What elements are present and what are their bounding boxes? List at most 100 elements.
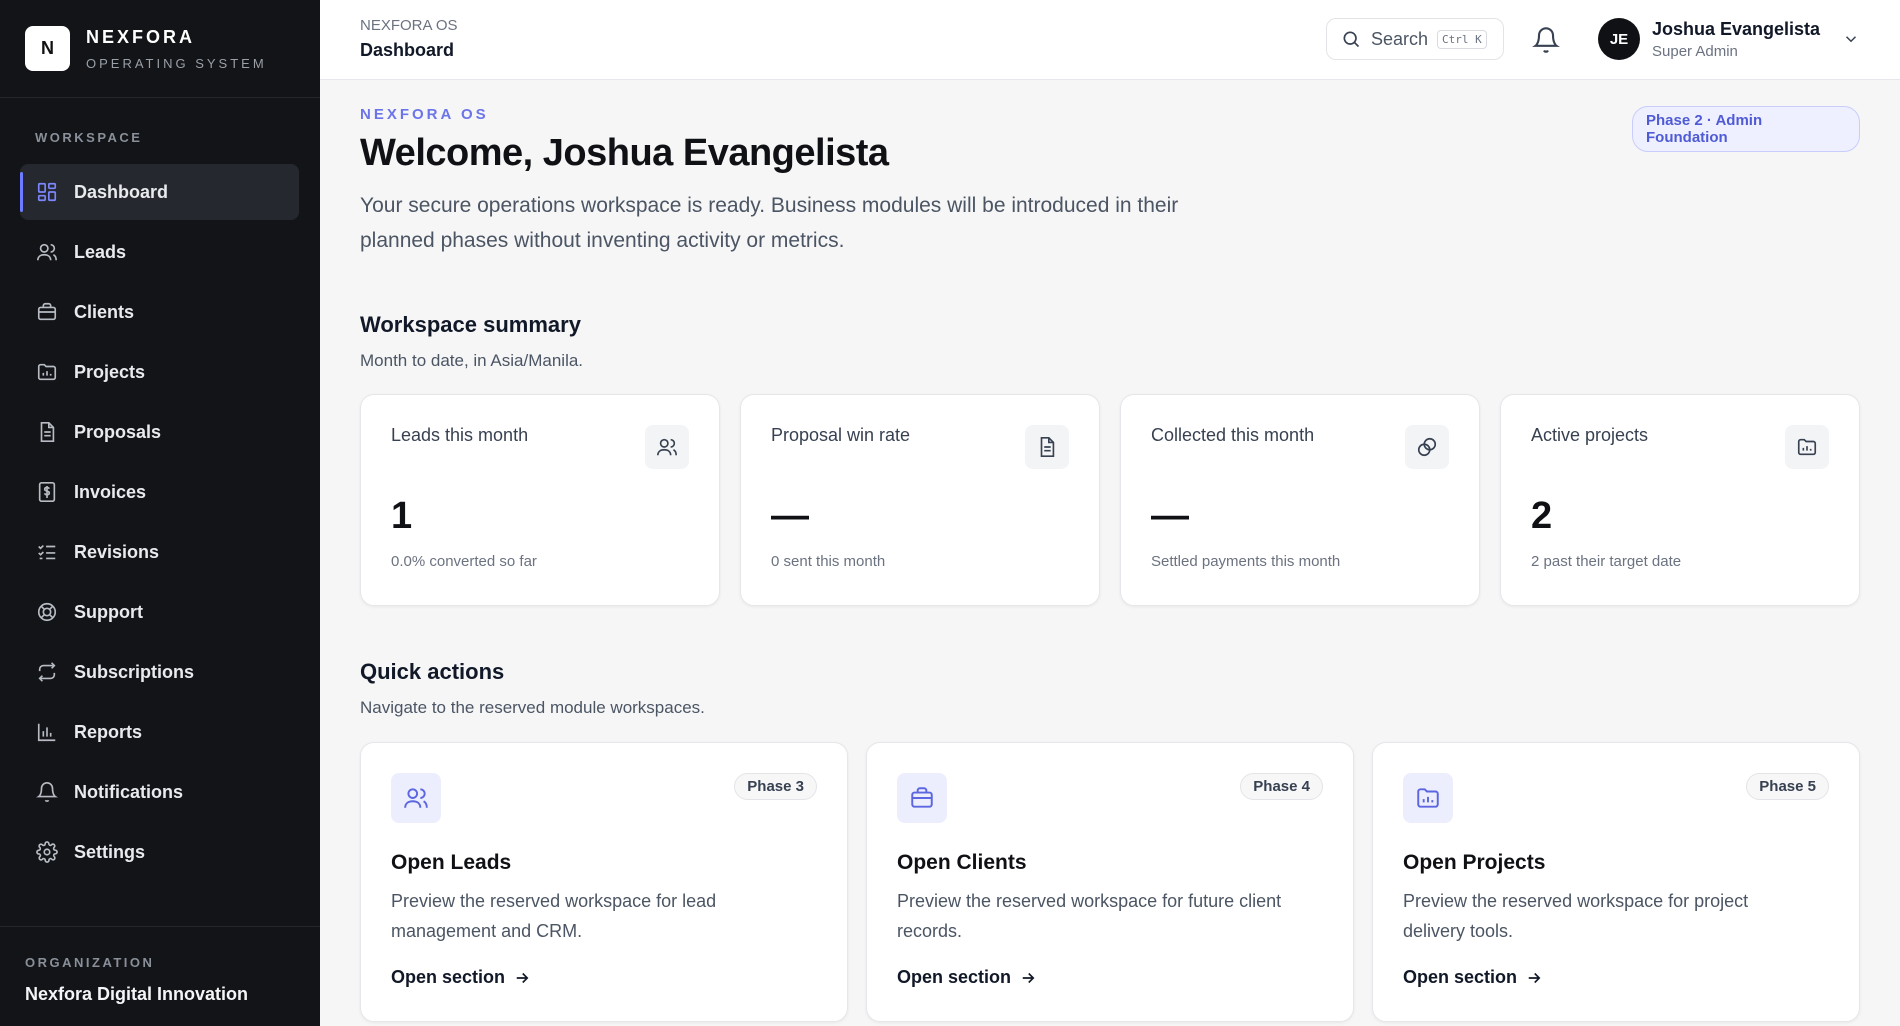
sidebar-item-label: Clients (74, 301, 135, 322)
search-label: Search (1371, 28, 1429, 49)
open-section-link[interactable]: Open section (1403, 967, 1543, 988)
dollar-file-icon (36, 481, 58, 503)
briefcase-icon (897, 773, 947, 823)
open-section-label: Open section (897, 967, 1012, 987)
welcome-heading: Welcome, Joshua Evangelista (360, 132, 889, 174)
user-menu[interactable]: JE Joshua Evangelista Super Admin (1598, 18, 1860, 60)
page-title: Dashboard (360, 40, 455, 60)
lifebuoy-icon (36, 601, 58, 623)
quick-action-description: Preview the reserved workspace for lead … (391, 891, 717, 941)
phase-badge: Phase 4 (1240, 773, 1323, 800)
sidebar-item-settings[interactable]: Settings (20, 824, 299, 880)
sidebar-item-leads[interactable]: Leads (20, 224, 299, 280)
user-name: Joshua Evangelista (1652, 18, 1821, 39)
open-section-label: Open section (1403, 967, 1518, 987)
sidebar-item-subscriptions[interactable]: Subscriptions (20, 644, 299, 700)
stat-value: — (771, 495, 809, 537)
organization-label: ORGANIZATION (25, 955, 155, 970)
quick-action-title: Open Projects (1403, 851, 1546, 874)
hero-eyebrow: NEXFORA OS (360, 106, 489, 123)
sidebar-item-clients[interactable]: Clients (20, 284, 299, 340)
sidebar-item-support[interactable]: Support (20, 584, 299, 640)
stat-value: 2 (1531, 495, 1553, 537)
repeat-icon (36, 661, 58, 683)
sidebar-item-invoices[interactable]: Invoices (20, 464, 299, 520)
intro-text: Your secure operations workspace is read… (360, 194, 1179, 252)
sidebar-item-label: Support (74, 601, 143, 622)
sidebar-item-dashboard[interactable]: Dashboard (20, 164, 299, 220)
topbar: NEXFORA OS Dashboard Search Ctrl K JE Jo… (320, 0, 1900, 80)
breadcrumb: NEXFORA OS Dashboard (360, 17, 458, 61)
sidebar-item-reports[interactable]: Reports (20, 704, 299, 760)
brand-logo: N (25, 26, 70, 71)
users-icon (36, 241, 58, 263)
stat-label: Active projects (1531, 425, 1649, 445)
briefcase-icon (36, 301, 58, 323)
stat-value: 1 (391, 495, 413, 537)
stat-note: Settled payments this month (1151, 553, 1341, 570)
stat-card-leads: Leads this month 1 0.0% converted so far (360, 394, 720, 606)
folder-icon (1403, 773, 1453, 823)
stat-card-collected: Collected this month — Settled payments … (1120, 394, 1480, 606)
chevron-down-icon (1846, 36, 1857, 43)
summary-title: Workspace summary (360, 312, 581, 337)
sidebar-item-label: Invoices (74, 481, 147, 502)
user-role: Super Admin (1652, 42, 1738, 60)
phase-badge: Phase 3 (734, 773, 817, 800)
arrow-right-icon (1528, 972, 1541, 983)
document-icon (1025, 425, 1069, 469)
quick-action-card-leads[interactable]: Phase 3 Open Leads Preview the reserved … (360, 742, 848, 1022)
summary-subtitle: Month to date, in Asia/Manila. (360, 351, 584, 370)
stat-card-active-projects: Active projects 2 2 past their target da… (1500, 394, 1860, 606)
checklist-icon (36, 541, 58, 563)
document-icon (36, 421, 58, 443)
sidebar-item-label: Subscriptions (74, 661, 195, 682)
sidebar-item-revisions[interactable]: Revisions (20, 524, 299, 580)
users-icon (645, 425, 689, 469)
organization-block: ORGANIZATION Nexfora Digital Innovation (0, 926, 320, 1026)
bell-icon (36, 781, 58, 803)
sidebar-nav: Dashboard Leads Clients Projects Proposa… (20, 164, 299, 884)
sidebar: N NEXFORA OPERATING SYSTEM WORKSPACE Das… (0, 0, 320, 1026)
stat-label: Proposal win rate (771, 425, 911, 445)
open-section-link[interactable]: Open section (391, 967, 531, 988)
folder-icon (1785, 425, 1829, 469)
brand-name: NEXFORA (86, 26, 196, 47)
search-button[interactable]: Search Ctrl K (1326, 18, 1504, 60)
sidebar-item-label: Leads (74, 241, 127, 262)
brand-subtitle: OPERATING SYSTEM (86, 55, 267, 71)
sidebar-item-label: Notifications (74, 781, 184, 802)
coins-icon (1405, 425, 1449, 469)
users-icon (391, 773, 441, 823)
sidebar-item-proposals[interactable]: Proposals (20, 404, 299, 460)
quick-actions-subtitle: Navigate to the reserved module workspac… (360, 698, 705, 717)
breadcrumb-app: NEXFORA OS (360, 17, 458, 34)
stat-value: — (1151, 495, 1189, 537)
sidebar-item-label: Projects (74, 361, 146, 382)
sidebar-item-label: Revisions (74, 541, 160, 562)
brand[interactable]: N NEXFORA OPERATING SYSTEM (0, 0, 320, 98)
quick-action-title: Open Leads (391, 851, 512, 874)
stat-card-proposal-win-rate: Proposal win rate — 0 sent this month (740, 394, 1100, 606)
phase-badge: Phase 5 (1746, 773, 1829, 800)
gear-icon (36, 841, 58, 863)
search-shortcut: Ctrl K (1437, 29, 1487, 49)
avatar: JE (1598, 18, 1640, 60)
notifications-bell-icon[interactable] (1532, 26, 1560, 54)
quick-actions-title: Quick actions (360, 659, 505, 684)
open-section-link[interactable]: Open section (897, 967, 1037, 988)
search-icon (1343, 31, 1360, 48)
folder-icon (36, 361, 58, 383)
quick-action-card-clients[interactable]: Phase 4 Open Clients Preview the reserve… (866, 742, 1354, 1022)
sidebar-item-label: Reports (74, 721, 143, 742)
quick-action-description: Preview the reserved workspace for proje… (1403, 891, 1749, 941)
sidebar-item-projects[interactable]: Projects (20, 344, 299, 400)
stat-note: 2 past their target date (1531, 553, 1682, 570)
quick-action-card-projects[interactable]: Phase 5 Open Projects Preview the reserv… (1372, 742, 1860, 1022)
sidebar-item-label: Settings (74, 841, 146, 862)
sidebar-item-label: Dashboard (74, 181, 169, 202)
quick-action-title: Open Clients (897, 851, 1027, 874)
sidebar-item-notifications[interactable]: Notifications (20, 764, 299, 820)
stat-label: Leads this month (391, 425, 529, 445)
arrow-right-icon (516, 972, 529, 983)
